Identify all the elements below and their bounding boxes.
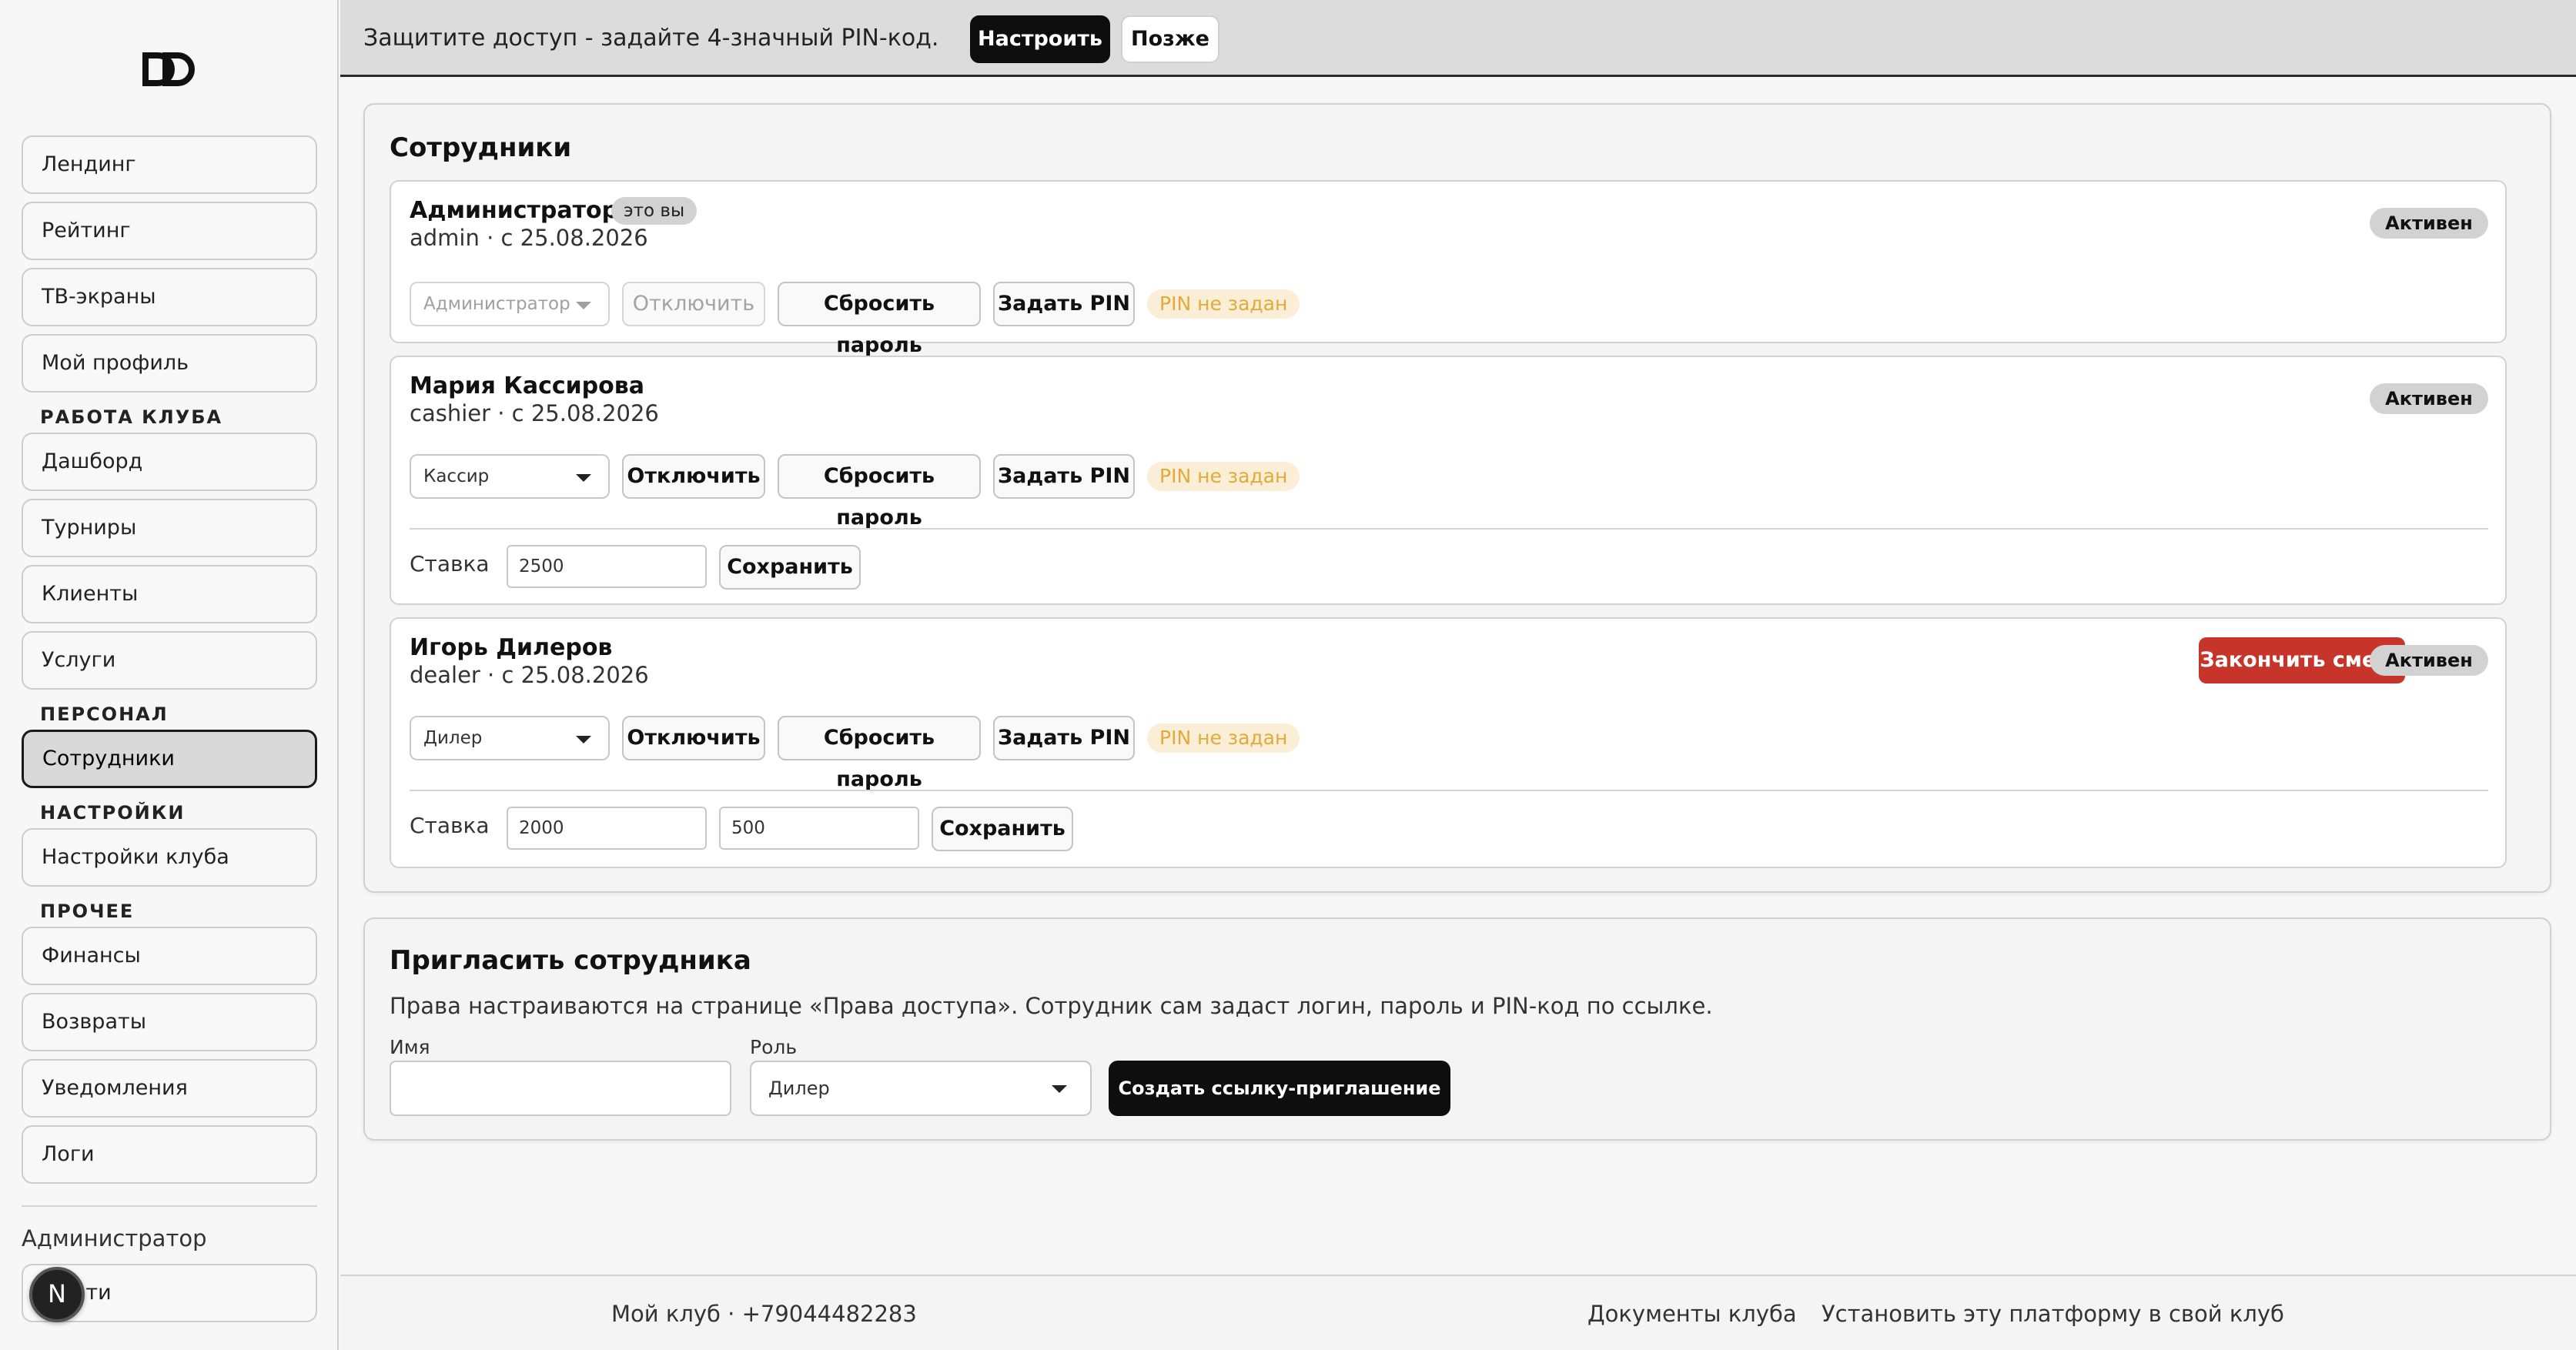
employee-name: Администратор <box>410 197 619 224</box>
set-pin-button[interactable]: Задать PIN <box>993 716 1135 760</box>
create-invite-link-button[interactable]: Создать ссылку-приглашение <box>1109 1061 1450 1116</box>
nav-item-services[interactable]: Услуги <box>22 631 317 690</box>
nav-item-employees[interactable]: Сотрудники <box>22 730 317 788</box>
nav-item-clients[interactable]: Клиенты <box>22 565 317 623</box>
logo-icon <box>142 52 195 86</box>
nav-item-my-profile[interactable]: Мой профиль <box>22 334 317 393</box>
disable-button[interactable]: Отключить <box>622 454 765 499</box>
logo[interactable] <box>142 52 195 89</box>
later-button[interactable]: Позже <box>1121 15 1219 63</box>
sidebar-divider <box>22 1205 317 1207</box>
nav-item-refunds[interactable]: Возвраты <box>22 993 317 1051</box>
row-divider <box>410 528 2488 530</box>
rate-input[interactable]: 2500 <box>507 545 707 588</box>
nav-item-notifications[interactable]: Уведомления <box>22 1059 317 1118</box>
footer: Мой клуб · +79044482283 Документы клуба … <box>340 1275 2576 1350</box>
employees-card: Сотрудники Администратор это вы admin · … <box>363 103 2551 893</box>
chevron-down-icon <box>576 302 591 309</box>
pin-status-badge: PIN не задан <box>1147 723 1300 753</box>
save-rate-button[interactable]: Сохранить <box>719 545 861 590</box>
current-user-role: Администратор <box>22 1225 207 1251</box>
name-input[interactable] <box>390 1061 731 1116</box>
footer-docs-link[interactable]: Документы клуба <box>1587 1301 1797 1327</box>
setup-pin-button[interactable]: Настроить <box>970 15 1110 63</box>
employee-name: Игорь Дилеров <box>410 634 613 661</box>
disable-button[interactable]: Отключить <box>622 716 765 760</box>
employee-row-admin: Администратор это вы admin · с 25.08.202… <box>390 180 2507 357</box>
employee-login: admin · с 25.08.2026 <box>410 225 648 251</box>
role-select: Администратор <box>410 282 610 326</box>
role-select-value: Дилер <box>423 728 483 748</box>
chevron-down-icon <box>576 474 591 482</box>
invite-title: Пригласить сотрудника <box>390 945 751 976</box>
nav-section-club-work: РАБОТА КЛУБА <box>40 406 223 428</box>
employee-row-dealer: Игорь Дилеров dealer · с 25.08.2026 Зако… <box>390 617 2507 868</box>
reset-password-button[interactable]: Сбросить пароль <box>778 716 981 791</box>
nav-item-logs[interactable]: Логи <box>22 1125 317 1184</box>
nav-item-rating[interactable]: Рейтинг <box>22 202 317 260</box>
role-select[interactable]: Кассир <box>410 454 610 499</box>
status-badge: Активен <box>2370 208 2488 239</box>
reset-password-button[interactable]: Сбросить пароль <box>778 282 981 357</box>
employee-login: dealer · с 25.08.2026 <box>410 662 649 688</box>
set-pin-button[interactable]: Задать PIN <box>993 282 1135 326</box>
you-badge: это вы <box>611 197 698 225</box>
employees-title: Сотрудники <box>390 132 572 163</box>
nav-item-dashboard[interactable]: Дашборд <box>22 433 317 491</box>
pin-reminder-banner: Защитите доступ - задайте 4-значный PIN-… <box>340 0 2576 77</box>
status-badge: Активен <box>2370 645 2488 676</box>
employee-name: Мария Кассирова <box>410 373 644 399</box>
nav-section-settings: НАСТРОЙКИ <box>40 802 186 824</box>
invite-card: Пригласить сотрудника Права настраиваютс… <box>363 917 2551 1141</box>
save-rate-button[interactable]: Сохранить <box>932 807 1073 851</box>
row-divider <box>410 790 2488 791</box>
employee-row-cashier: Мария Кассирова cashier · с 25.08.2026 А… <box>390 356 2507 605</box>
nav-item-tournaments[interactable]: Турниры <box>22 499 317 557</box>
chevron-down-icon <box>576 736 591 744</box>
role-select-value: Кассир <box>423 466 490 486</box>
name-label: Имя <box>390 1036 430 1058</box>
invite-description: Права настраиваются на странице «Права д… <box>390 993 1713 1019</box>
invite-role-value: Дилер <box>768 1078 830 1099</box>
role-select-value: Администратор <box>423 294 570 314</box>
nav-section-staff: ПЕРСОНАЛ <box>40 703 169 725</box>
employee-login: cashier · с 25.08.2026 <box>410 400 659 426</box>
chevron-down-icon <box>1052 1085 1067 1093</box>
reset-password-button[interactable]: Сбросить пароль <box>778 454 981 530</box>
rate-label: Ставка <box>410 551 490 576</box>
nav-section-other: ПРОЧЕЕ <box>40 901 135 922</box>
footer-club-info: Мой клуб · +79044482283 <box>611 1301 917 1327</box>
rate-input[interactable]: 2000 <box>507 807 707 850</box>
banner-text: Защитите доступ - задайте 4-значный PIN-… <box>363 25 939 52</box>
status-badge: Активен <box>2370 383 2488 414</box>
rate-input-secondary[interactable]: 500 <box>719 807 919 850</box>
sidebar: Лендинг Рейтинг ТВ-экраны Мой профиль РА… <box>0 0 339 1350</box>
footer-install-link[interactable]: Установить эту платформу в свой клуб <box>1822 1301 2284 1327</box>
nav-item-finances[interactable]: Финансы <box>22 927 317 985</box>
pin-status-badge: PIN не задан <box>1147 462 1300 491</box>
nav-item-landing[interactable]: Лендинг <box>22 135 317 194</box>
role-label: Роль <box>750 1036 798 1058</box>
set-pin-button[interactable]: Задать PIN <box>993 454 1135 499</box>
invite-role-select[interactable]: Дилер <box>750 1061 1092 1116</box>
pin-status-badge: PIN не задан <box>1147 289 1300 319</box>
rate-label: Ставка <box>410 813 490 838</box>
nav-item-tv-screens[interactable]: ТВ-экраны <box>22 268 317 326</box>
nav-item-club-settings[interactable]: Настройки клуба <box>22 828 317 887</box>
avatar[interactable]: N <box>29 1267 85 1322</box>
role-select[interactable]: Дилер <box>410 716 610 760</box>
disable-button: Отключить <box>622 282 765 326</box>
